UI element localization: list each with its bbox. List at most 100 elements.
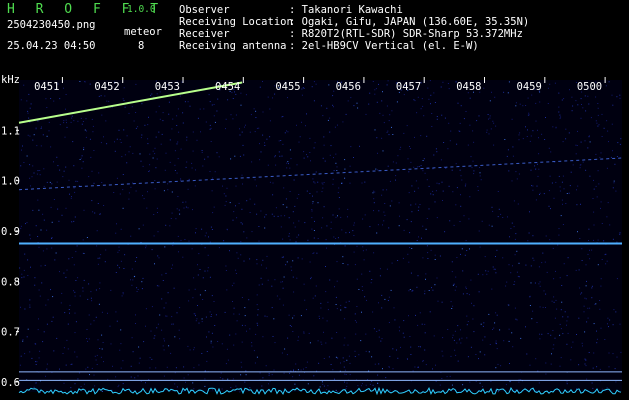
noise-dot: [403, 132, 405, 134]
noise-dot: [543, 290, 545, 292]
noise-dot: [142, 277, 144, 279]
noise-dot: [551, 300, 553, 302]
noise-dot: [606, 120, 608, 122]
noise-dot: [180, 148, 182, 150]
noise-dot: [378, 329, 380, 331]
noise-dot: [124, 106, 126, 108]
noise-dot: [611, 123, 613, 125]
noise-dot: [425, 228, 427, 230]
noise-dot: [209, 276, 211, 278]
noise-dot: [256, 304, 258, 306]
noise-dot: [94, 355, 96, 357]
noise-dot: [200, 131, 201, 133]
noise-dot: [489, 100, 491, 102]
noise-dot: [496, 348, 498, 350]
noise-dot: [410, 272, 412, 274]
noise-dot: [170, 352, 172, 354]
noise-dot: [535, 168, 537, 170]
noise-dot: [619, 233, 621, 235]
noise-dot: [264, 145, 266, 146]
noise-dot: [527, 129, 528, 131]
noise-dot: [519, 132, 521, 134]
noise-dot: [491, 288, 493, 290]
noise-dot: [393, 307, 395, 309]
noise-dot: [601, 136, 603, 137]
noise-dot: [204, 370, 206, 371]
noise-dot: [561, 99, 563, 101]
noise-dot: [560, 215, 562, 217]
noise-dot: [197, 305, 198, 306]
noise-dot: [354, 350, 356, 352]
noise-dot: [437, 300, 439, 302]
noise-dot: [255, 333, 257, 335]
noise-dot: [115, 376, 117, 378]
noise-dot: [225, 118, 227, 120]
noise-dot: [188, 300, 190, 302]
noise-dot: [73, 187, 75, 189]
noise-dot: [149, 164, 151, 166]
noise-dot: [517, 275, 519, 277]
noise-dot: [515, 318, 517, 320]
noise-dot: [211, 295, 213, 297]
noise-dot: [176, 125, 178, 126]
noise-dot: [427, 87, 429, 89]
noise-dot: [256, 294, 258, 296]
noise-dot: [109, 325, 111, 327]
noise-dot: [593, 188, 595, 190]
noise-dot: [559, 117, 561, 119]
noise-dot: [283, 372, 285, 374]
noise-dot: [344, 369, 346, 371]
noise-dot: [258, 284, 260, 286]
noise-dot: [593, 323, 595, 325]
noise-dot: [303, 151, 305, 153]
noise-dot: [287, 337, 289, 339]
noise-dot: [62, 353, 64, 354]
noise-dot: [456, 143, 458, 145]
noise-dot: [182, 122, 184, 124]
noise-dot: [583, 305, 585, 307]
noise-dot: [374, 363, 376, 365]
noise-dot: [75, 321, 77, 323]
noise-dot: [336, 280, 338, 282]
noise-dot: [229, 202, 231, 204]
noise-dot: [492, 210, 494, 212]
noise-dot: [116, 138, 118, 140]
noise-dot: [354, 313, 356, 315]
noise-dot: [344, 373, 346, 375]
noise-dot: [334, 378, 335, 380]
noise-dot: [342, 263, 344, 264]
noise-dot: [424, 332, 426, 334]
noise-dot: [595, 120, 597, 122]
noise-dot: [24, 253, 26, 255]
noise-dot: [580, 98, 582, 100]
noise-dot: [388, 322, 390, 323]
spectrogram: 0451 0452 0453 0454 0455 0456 0457 0458 0459 0500…: [1, 74, 623, 396]
noise-dot: [137, 289, 139, 290]
noise-dot: [241, 341, 243, 343]
noise-dot: [40, 265, 42, 267]
noise-dot: [503, 91, 505, 93]
noise-dot: [483, 87, 485, 89]
noise-dot: [518, 134, 520, 136]
noise-dot: [430, 249, 432, 251]
noise-dot: [323, 331, 324, 333]
noise-dot: [460, 329, 461, 331]
noise-dot: [63, 120, 65, 122]
noise-dot: [441, 350, 443, 352]
noise-dot: [617, 142, 619, 144]
noise-dot: [407, 158, 409, 160]
noise-dot: [73, 120, 75, 122]
noise-dot: [345, 388, 347, 390]
noise-dot: [532, 185, 534, 187]
noise-dot: [86, 130, 87, 132]
noise-dot: [516, 271, 518, 273]
noise-dot: [399, 215, 400, 217]
noise-dot: [304, 222, 306, 224]
noise-dot: [219, 377, 221, 379]
noise-dot: [590, 117, 592, 119]
noise-dot: [327, 309, 329, 311]
noise-dot: [549, 83, 551, 85]
noise-dot: [345, 113, 347, 115]
noise-dot: [425, 364, 427, 366]
noise-dot: [119, 139, 121, 141]
